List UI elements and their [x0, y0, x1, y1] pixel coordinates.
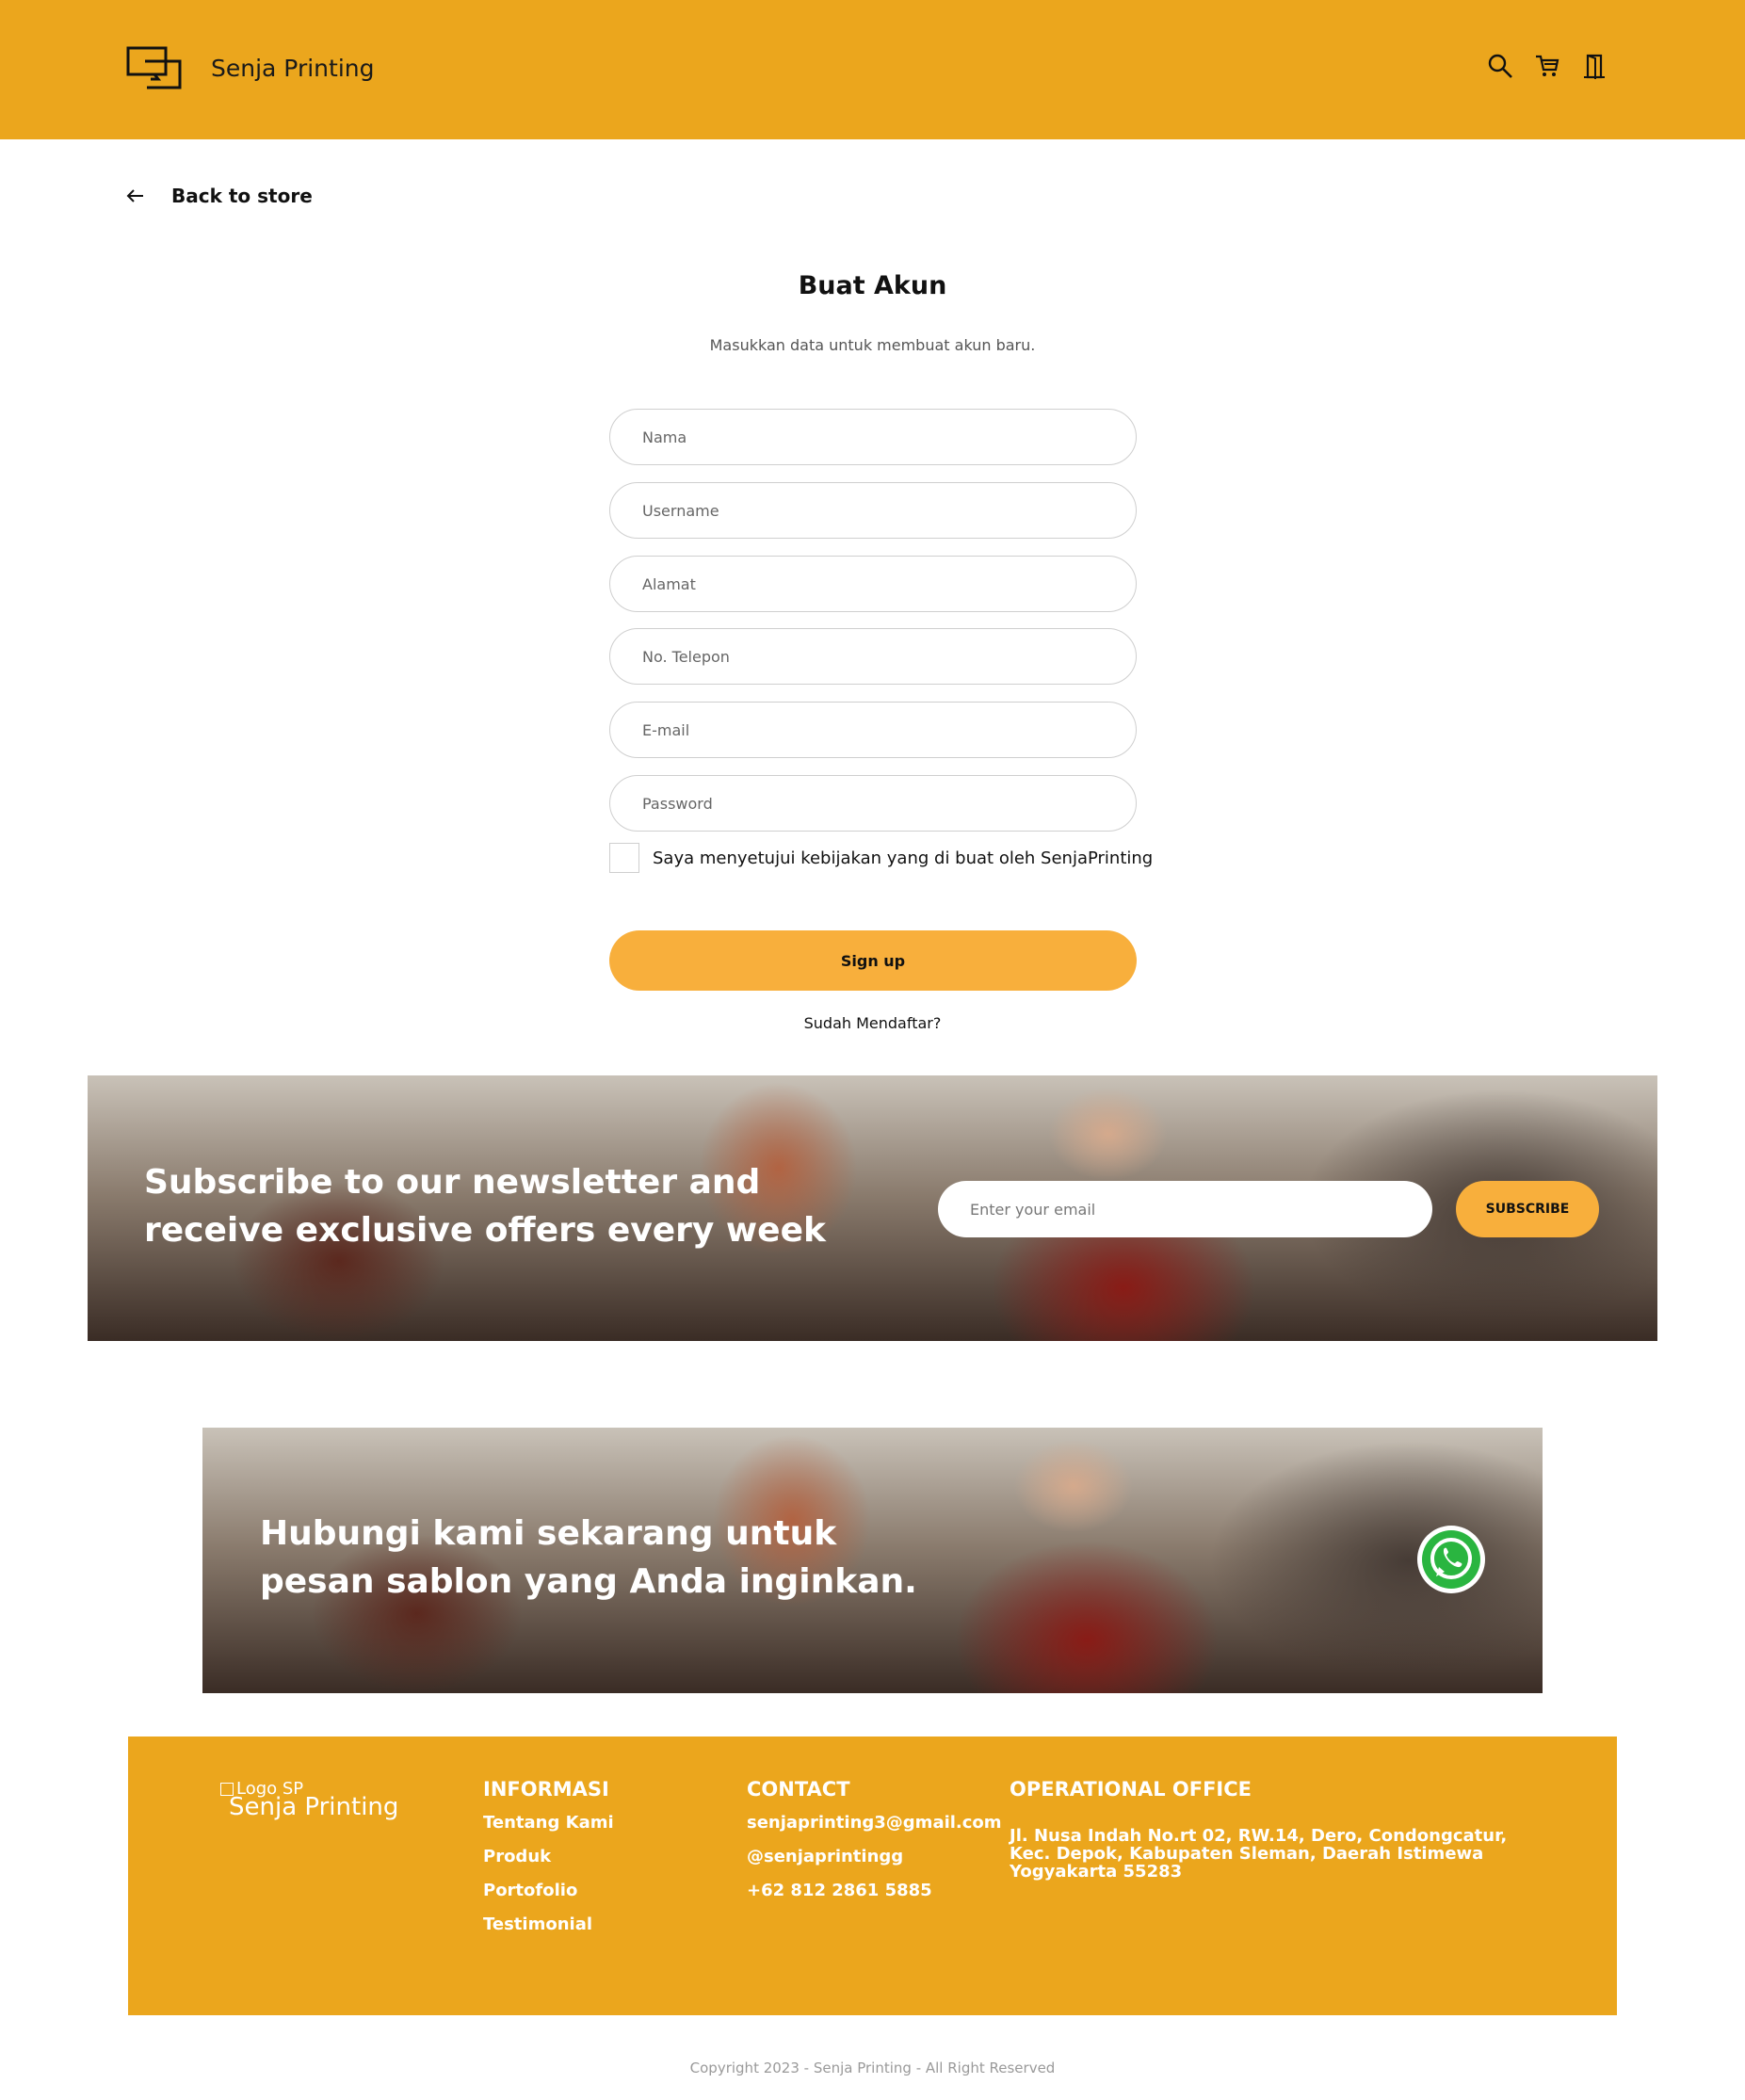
site-footer: Logo SP Senja Printing INFORMASI Tentang… [128, 1737, 1617, 2015]
password-input[interactable] [609, 775, 1137, 832]
back-to-store-label: Back to store [171, 185, 313, 207]
email-input[interactable] [609, 702, 1137, 758]
search-icon[interactable] [1487, 53, 1513, 79]
agreement-label: Saya menyetujui kebijakan yang di buat o… [653, 848, 1154, 868]
site-header: Senja Printing [0, 0, 1745, 139]
newsletter-banner: Subscribe to our newsletter and receive … [88, 1075, 1657, 1341]
footer-office-column: OPERATIONAL OFFICE Jl. Nusa Indah No.rt … [1010, 1778, 1518, 1881]
page-title: Buat Akun [798, 271, 947, 300]
footer-contact-column: CONTACT senjaprinting3@gmail.com @senjap… [747, 1778, 1002, 1902]
copyright-text: Copyright 2023 - Senja Printing - All Ri… [689, 2060, 1056, 2076]
name-input[interactable] [609, 409, 1137, 465]
footer-link-testimonial[interactable]: Testimonial [483, 1914, 614, 1936]
already-registered-link[interactable]: Sudah Mendaftar? [0, 1014, 1745, 1032]
whatsapp-icon[interactable] [1415, 1524, 1487, 1595]
newsletter-heading: Subscribe to our newsletter and receive … [144, 1163, 826, 1250]
subscribe-button[interactable]: SUBSCRIBE [1456, 1181, 1599, 1237]
footer-brand: Senja Printing [229, 1793, 399, 1821]
cart-icon[interactable] [1534, 53, 1560, 79]
footer-link-produk[interactable]: Produk [483, 1846, 614, 1868]
footer-contact-title: CONTACT [747, 1778, 850, 1801]
footer-office-address: Jl. Nusa Indah No.rt 02, RW.14, Dero, Co… [1010, 1826, 1508, 1882]
page-subtitle: Masukkan data untuk membuat akun baru. [709, 336, 1036, 354]
footer-informasi-title: INFORMASI [483, 1778, 609, 1801]
contact-banner: Hubungi kami sekarang untuk pesan sablon… [202, 1428, 1543, 1693]
contact-heading: Hubungi kami sekarang untuk pesan sablon… [260, 1514, 917, 1601]
newsletter-email-input[interactable] [938, 1181, 1432, 1237]
footer-contact-phone[interactable]: +62 812 2861 5885 [747, 1880, 1002, 1902]
footer-link-tentang-kami[interactable]: Tentang Kami [483, 1812, 614, 1834]
back-to-store-link[interactable]: Back to store [126, 185, 313, 207]
footer-informasi-column: INFORMASI Tentang Kami Produk Portofolio… [483, 1778, 614, 1936]
footer-contact-instagram[interactable]: @senjaprintingg [747, 1846, 1002, 1868]
devices-logo-icon [126, 46, 182, 89]
footer-contact-email[interactable]: senjaprinting3@gmail.com [747, 1812, 1002, 1834]
site-logo[interactable]: Senja Printing [126, 45, 374, 90]
signup-button[interactable]: Sign up [609, 930, 1137, 991]
arrow-left-icon [126, 189, 143, 202]
phone-input[interactable] [609, 628, 1137, 685]
brand-name: Senja Printing [211, 54, 375, 82]
footer-office-title: OPERATIONAL OFFICE [1010, 1778, 1252, 1801]
agreement-checkbox[interactable] [609, 843, 639, 873]
agreement-row: Saya menyetujui kebijakan yang di buat o… [609, 843, 1153, 873]
header-actions [1487, 53, 1608, 79]
username-input[interactable] [609, 482, 1137, 539]
door-icon[interactable] [1581, 53, 1608, 79]
address-input[interactable] [609, 556, 1137, 612]
footer-link-portofolio[interactable]: Portofolio [483, 1880, 614, 1902]
